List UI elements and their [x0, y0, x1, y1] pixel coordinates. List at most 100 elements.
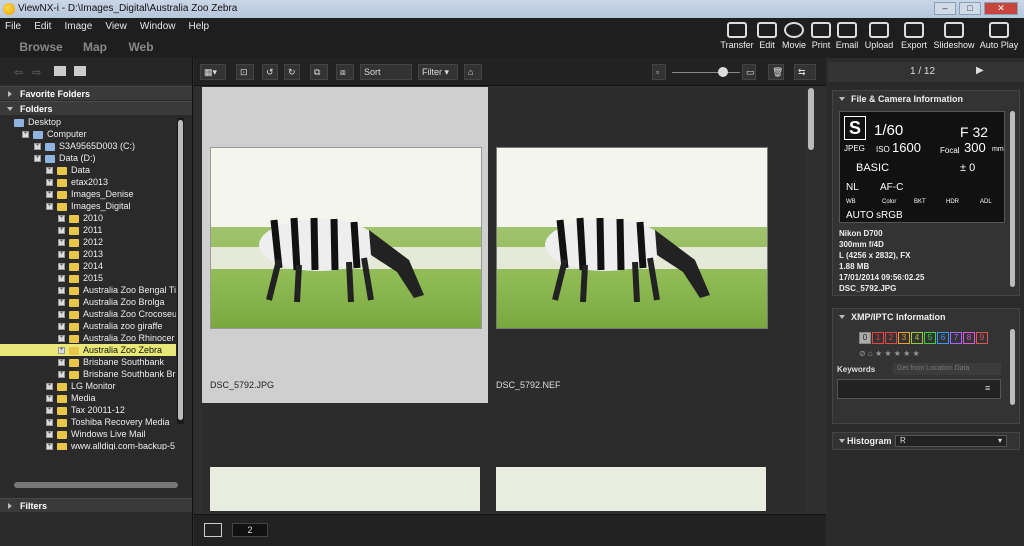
thumbnail-grid-icon[interactable]: ▦▾ — [200, 64, 226, 80]
expand-toggle-icon[interactable]: + — [34, 155, 41, 163]
sort-button[interactable]: Sort — [360, 64, 412, 80]
color-label-5[interactable]: 5 — [924, 332, 936, 344]
folder-bookmark-icon[interactable] — [74, 66, 86, 76]
expand-toggle-icon[interactable]: + — [46, 383, 53, 391]
expand-toggle-icon[interactable]: + — [58, 323, 65, 331]
tree-node[interactable]: + Australia Zoo Bengal Ti — [0, 284, 176, 296]
color-label-9[interactable]: 9 — [976, 332, 988, 344]
tree-node[interactable]: + Australia Zoo Zebra — [0, 344, 176, 356]
label-icon[interactable]: ⌂ — [464, 64, 482, 80]
file-camera-info-header[interactable]: File & Camera Information — [833, 91, 1019, 107]
slider-handle[interactable] — [718, 67, 728, 77]
rotate-left-icon[interactable]: ↺ — [262, 64, 278, 80]
tree-node[interactable]: + Images_Denise — [0, 188, 176, 200]
menu-edit[interactable]: Edit — [29, 18, 56, 36]
expand-toggle-icon[interactable]: + — [58, 371, 65, 379]
get-from-location-button[interactable]: Get from Location Data — [893, 363, 1001, 375]
expand-toggle-icon[interactable]: + — [46, 179, 53, 187]
menu-window[interactable]: Window — [135, 18, 181, 36]
large-thumb-icon[interactable]: ▭ — [742, 64, 756, 80]
tree-node[interactable]: +2013 — [0, 248, 176, 260]
print-button[interactable]: Print — [809, 22, 833, 50]
thumbnail-image[interactable] — [210, 467, 480, 511]
filters-header[interactable]: Filters — [0, 498, 192, 512]
expand-toggle-icon[interactable]: + — [58, 311, 65, 319]
expand-toggle-icon[interactable]: + — [58, 251, 65, 259]
tree-horizontal-scrollbar[interactable] — [14, 482, 178, 488]
next-image-icon[interactable]: ▶ — [976, 65, 984, 76]
favorite-folders-header[interactable]: Favorite Folders — [0, 86, 192, 100]
export-button[interactable]: Export — [898, 22, 930, 50]
expand-toggle-icon[interactable]: + — [22, 131, 29, 139]
tree-node[interactable]: +2011 — [0, 224, 176, 236]
tree-node[interactable]: + Brisbane Southbank — [0, 356, 176, 368]
mode-browse[interactable]: Browse — [8, 38, 74, 56]
expand-toggle-icon[interactable]: + — [34, 143, 41, 151]
info-scrollbar[interactable] — [1010, 111, 1015, 287]
transfer-button[interactable]: Transfer — [720, 22, 754, 50]
expand-toggle-icon[interactable]: + — [58, 359, 65, 367]
mode-web[interactable]: Web — [120, 38, 162, 56]
grid-scrollbar[interactable] — [808, 88, 814, 150]
tree-node[interactable]: + S3A9565D003 (C:) — [0, 140, 176, 152]
expand-toggle-icon[interactable]: + — [46, 431, 53, 439]
forward-arrow-icon[interactable]: ⇨ — [32, 66, 41, 79]
histogram-channel-select[interactable]: R ▾ — [895, 435, 1007, 447]
color-label-1[interactable]: 1 — [872, 332, 884, 344]
color-label-6[interactable]: 6 — [937, 332, 949, 344]
tree-node[interactable]: + Australia Zoo Brolga — [0, 296, 176, 308]
expand-horizontal-icon[interactable]: ⇆ — [794, 64, 816, 80]
keyword-list-icon[interactable]: ≡ — [985, 383, 990, 393]
color-label-0[interactable]: 0 — [859, 332, 871, 344]
tree-node[interactable]: + etax2013 — [0, 176, 176, 188]
xmp-scrollbar[interactable] — [1010, 329, 1015, 405]
expand-toggle-icon[interactable]: + — [58, 347, 65, 355]
expand-toggle-icon[interactable]: + — [58, 335, 65, 343]
tree-node[interactable]: + LG Monitor — [0, 380, 176, 392]
fit-icon[interactable]: ⊡ — [236, 64, 254, 80]
expand-toggle-icon[interactable]: + — [46, 443, 53, 450]
expand-toggle-icon[interactable]: + — [46, 419, 53, 427]
minimize-button[interactable]: – — [934, 2, 956, 15]
expand-toggle-icon[interactable]: + — [58, 287, 65, 295]
thumbnail-size-slider[interactable] — [672, 72, 740, 73]
tree-node[interactable]: + Windows Live Mail — [0, 428, 176, 440]
thumbnail-image[interactable] — [210, 147, 482, 329]
color-label-4[interactable]: 4 — [911, 332, 923, 344]
color-label-2[interactable]: 2 — [885, 332, 897, 344]
tree-node[interactable]: + Brisbane Southbank Br — [0, 368, 176, 380]
trash-icon[interactable]: 🗑 — [768, 64, 784, 80]
stack-icon[interactable]: ⧈ — [336, 64, 354, 80]
expand-toggle-icon[interactable]: + — [46, 203, 53, 211]
expand-toggle-icon[interactable]: + — [58, 239, 65, 247]
maximize-button[interactable]: □ — [959, 2, 981, 15]
tree-node[interactable]: + Toshiba Recovery Media — [0, 416, 176, 428]
tree-vertical-scrollbar[interactable] — [177, 118, 184, 424]
expand-toggle-icon[interactable]: + — [58, 227, 65, 235]
back-arrow-icon[interactable]: ⇦ — [14, 66, 23, 79]
folders-header[interactable]: Folders — [0, 101, 192, 115]
tree-node[interactable]: +2010 — [0, 212, 176, 224]
thumbnail-image[interactable] — [496, 467, 766, 511]
expand-toggle-icon[interactable]: + — [46, 395, 53, 403]
compare-icon[interactable]: ⧉ — [310, 64, 328, 80]
label-tray-icon[interactable] — [204, 523, 222, 537]
tree-node[interactable]: +2015 — [0, 272, 176, 284]
tree-node[interactable]: + Data — [0, 164, 176, 176]
rotate-right-icon[interactable]: ↻ — [284, 64, 300, 80]
expand-toggle-icon[interactable]: + — [58, 215, 65, 223]
menu-file[interactable]: File — [0, 18, 26, 36]
color-label-7[interactable]: 7 — [950, 332, 962, 344]
filter-button[interactable]: Filter ▾ — [418, 64, 458, 80]
color-label-3[interactable]: 3 — [898, 332, 910, 344]
tree-node[interactable]: + Australia zoo giraffe — [0, 320, 176, 332]
slideshow-button[interactable]: Slideshow — [932, 22, 976, 50]
menu-view[interactable]: View — [100, 18, 132, 36]
tree-node[interactable]: + Tax 20011-12 — [0, 404, 176, 416]
tree-node[interactable]: +2014 — [0, 260, 176, 272]
thumbnail-cell[interactable]: DSC_5792.NEF — [488, 87, 774, 403]
thumbnail-image[interactable] — [496, 147, 768, 329]
tree-node[interactable]: + Computer — [0, 128, 176, 140]
tree-node[interactable]: + Data (D:) — [0, 152, 176, 164]
tree-node[interactable]: + Images_Digital — [0, 200, 176, 212]
